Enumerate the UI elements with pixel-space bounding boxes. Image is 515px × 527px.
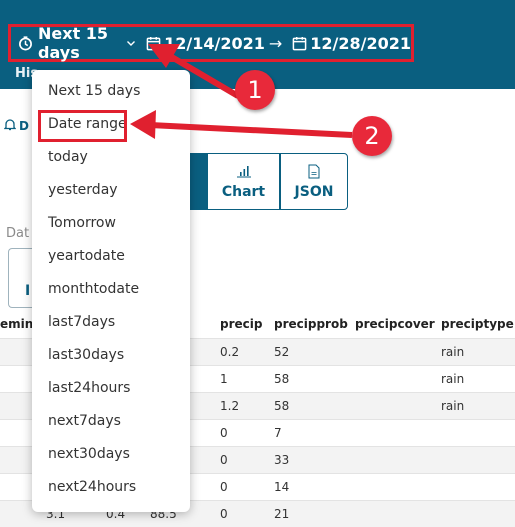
arrow-to-date-range [150, 125, 352, 135]
arrow-head [130, 110, 156, 139]
step-marker-2: 2 [352, 116, 392, 156]
arrow-to-dropdown [170, 56, 238, 96]
step-marker-1: 1 [235, 70, 275, 110]
